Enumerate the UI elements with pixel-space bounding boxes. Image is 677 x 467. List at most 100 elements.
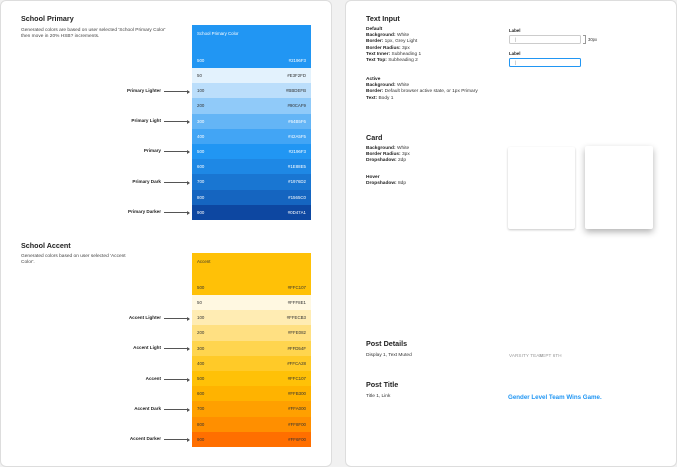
accent-swatch-row: 200 #FFE082 xyxy=(192,325,311,341)
card-default-spec: Background: White Border Radius: 3px Dro… xyxy=(366,146,486,165)
callout-arrow xyxy=(164,437,190,442)
height-indicator xyxy=(583,35,586,44)
swatch-hex: #FFECB3 xyxy=(286,315,306,321)
accent-swatch-row: 50 #FFF8E1 xyxy=(192,295,311,311)
callout-arrow xyxy=(164,89,190,94)
callout-primary-dark: Primary Dark xyxy=(132,179,161,184)
swatch-step: 800 xyxy=(197,421,205,427)
spec-value: 3px xyxy=(402,152,410,158)
primary-section-description: Generated colors are based on user selec… xyxy=(21,28,166,40)
swatch-hex: #90CAF9 xyxy=(287,103,306,109)
sample-text-input-active[interactable]: | xyxy=(509,58,581,67)
swatch-step: 400 xyxy=(197,133,205,139)
swatch-hex: #FFC107 xyxy=(287,376,306,381)
accent-swatch-row: 800 #FF8F00 xyxy=(192,416,311,432)
swatch-hex: #1E88E5 xyxy=(287,164,306,170)
swatch-step: 100 xyxy=(197,315,205,321)
spec-value: White xyxy=(396,146,410,151)
primary-swatch-row: 600 #1E88E5 xyxy=(192,159,311,175)
accent-swatch-row: 400 #FFCA28 xyxy=(192,355,311,371)
spec-value: Subheading 2 xyxy=(388,58,418,64)
swatch-hex: #1976D2 xyxy=(288,179,306,185)
swatch-step: 50 xyxy=(197,300,202,305)
accent-section-description: Generated colors based on user selected … xyxy=(21,254,126,266)
primary-header-hex: #2196F3 xyxy=(288,58,306,63)
sample-post-date: SEPT 6TH xyxy=(539,353,562,358)
swatch-step: 300 xyxy=(197,118,205,124)
accent-header-hex: #FFC107 xyxy=(287,285,306,290)
swatch-hex: #BBDEFB xyxy=(285,88,306,94)
color-palette-panel: School Primary Generated colors are base… xyxy=(0,0,332,467)
swatch-step: 200 xyxy=(197,330,205,336)
callout-arrow xyxy=(164,119,190,124)
card-title: Card xyxy=(366,133,383,142)
callout-accent: Accent xyxy=(145,376,161,381)
primary-swatch-row: 800 #1565C0 xyxy=(192,189,311,205)
swatch-step: 300 xyxy=(197,345,205,351)
spec-key: Background: xyxy=(366,33,396,39)
sample-card-default[interactable] xyxy=(508,147,575,229)
primary-swatch-row: 200 #90CAF9 xyxy=(192,98,311,114)
post-details-title: Post Details xyxy=(366,339,408,348)
primary-section-title: School Primary xyxy=(21,14,74,23)
spec-value: 2dp xyxy=(398,158,407,164)
text-input-title: Text Input xyxy=(366,14,400,23)
callout-primary-darker: Primary Darker xyxy=(128,209,161,214)
text-input-active-spec: Active Background: White Border: Default… xyxy=(366,77,484,102)
accent-swatch-row: 300 #FFD54F xyxy=(192,340,311,356)
swatch-hex: #FF8F00 xyxy=(288,421,306,427)
input-label: Label xyxy=(509,28,521,33)
swatch-step: 600 xyxy=(197,391,205,397)
callout-arrow xyxy=(164,210,190,215)
swatch-step: 700 xyxy=(197,179,205,185)
swatch-hex: #42A5F5 xyxy=(288,133,306,139)
post-details-spec: Display 1, Text Muted xyxy=(366,353,412,358)
spec-key: Border: xyxy=(366,89,384,95)
callout-arrow xyxy=(164,149,190,154)
callout-arrow xyxy=(164,407,190,412)
swatch-hex: #E3F2FD xyxy=(287,73,306,78)
height-note: 30px xyxy=(588,37,598,42)
swatch-hex: #FFD54F xyxy=(287,345,306,351)
text-input-default-spec: Default Background: White Border: 1px, G… xyxy=(366,27,491,64)
callout-accent-lighter: Accent Lighter xyxy=(128,315,161,320)
spec-key: Border Radius: xyxy=(366,45,401,51)
swatch-hex: #FFB300 xyxy=(287,391,306,397)
accent-header-swatch: Accent 500 #FFC107 xyxy=(192,253,311,295)
spec-key: Text Inner: xyxy=(366,51,391,57)
swatch-step: 200 xyxy=(197,103,205,109)
swatch-hex: #1565C0 xyxy=(288,194,306,200)
callout-arrow xyxy=(164,180,190,185)
spec-key: Background: xyxy=(366,83,396,89)
primary-header-name: School Primary Color xyxy=(197,31,239,36)
swatch-step: 400 xyxy=(197,360,205,366)
spec-value: 3px xyxy=(402,45,410,51)
accent-header-step: 500 xyxy=(197,285,205,290)
primary-swatch-row: 700 #1976D2 xyxy=(192,174,311,190)
spec-key: Dropshadow: xyxy=(366,158,397,164)
swatch-step: 100 xyxy=(197,88,205,94)
accent-section-title: School Accent xyxy=(21,241,71,250)
spec-value: 8dp xyxy=(398,181,407,187)
post-title-title: Post Title xyxy=(366,380,399,389)
callout-primary: Primary xyxy=(143,148,161,153)
swatch-step: 500 xyxy=(197,149,205,154)
swatch-hex: #2196F3 xyxy=(288,149,306,154)
sample-post-title-link[interactable]: Gender Level Team Wins Game. xyxy=(508,394,602,401)
primary-swatch-row: 50 #E3F2FD xyxy=(192,68,311,84)
accent-swatch-row: 500 #FFC107 xyxy=(192,371,311,387)
swatch-hex: #FFE082 xyxy=(287,330,306,336)
sample-card-hover[interactable] xyxy=(585,146,653,229)
accent-swatch-row: 900 #FF6F00 xyxy=(192,431,311,447)
callout-arrow xyxy=(164,377,190,382)
accent-swatch-row: 600 #FFB300 xyxy=(192,386,311,402)
spec-key: Text Top: xyxy=(366,58,387,64)
swatch-hex: #64B5F6 xyxy=(288,118,306,124)
primary-swatch-row: 500 #2196F3 xyxy=(192,144,311,160)
swatch-hex: #FFCA28 xyxy=(287,360,306,366)
spec-value: White xyxy=(396,33,410,39)
swatch-hex: #FFF8E1 xyxy=(287,300,306,305)
spec-value: Body 1 xyxy=(378,95,394,101)
sample-text-input-default[interactable]: | xyxy=(509,35,581,44)
card-hover-spec: Hover Dropshadow: 8dp xyxy=(366,175,486,187)
